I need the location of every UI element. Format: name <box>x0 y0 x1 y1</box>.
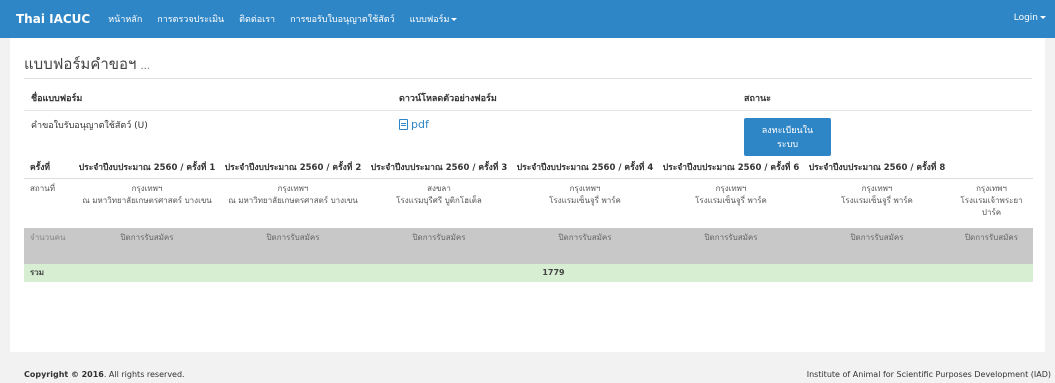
round-header: ประจำปีงบประมาณ 2560 / ครั้งที่ 6 <box>662 162 800 173</box>
footer-copyright: Copyright © 2016. All rights reserved. <box>24 370 185 379</box>
copyright-year: 2016 <box>81 370 104 379</box>
total-row: รวม 1779 <box>24 264 1033 282</box>
login-dropdown[interactable]: Login <box>1014 13 1046 23</box>
total-label: รวม <box>24 264 74 282</box>
nav-contact[interactable]: ติดต่อเรา <box>239 12 275 26</box>
count-cell: ปิดการรับสมัคร <box>366 228 512 264</box>
header-download: ดาวน์โหลดตัวอย่างฟอร์ม <box>399 94 497 104</box>
count-cell: ปิดการรับสมัคร <box>220 228 366 264</box>
copyright-rights: . All rights reserved. <box>103 370 185 379</box>
nav-license[interactable]: การขอรับใบอนุญาตใช้สัตว์ <box>290 12 395 26</box>
page-title-text: แบบฟอร์มคำขอฯ <box>24 55 137 73</box>
location-cell: สงขลาโรงแรมบุรีศรี บูติกโฮเต็ล <box>366 177 512 228</box>
nav-forms-label: แบบฟอร์ม <box>409 15 450 25</box>
top-navbar: Thai IACUC หน้าหลัก การตรวจประเมิน ติดต่… <box>0 0 1055 38</box>
location-venue: โรงแรมเซ็นจูรี่ พาร์ค <box>695 195 767 205</box>
location-place: กรุงเทพฯ <box>569 183 601 193</box>
location-place: กรุงเทพฯ <box>861 183 893 193</box>
login-label: Login <box>1013 13 1038 23</box>
location-venue: โรงแรมเซ็นจูรี่ พาร์ค <box>549 195 621 205</box>
round-header <box>950 132 1033 178</box>
location-cell: กรุงเทพฯโรงแรมเจ้าพระยาปาร์ค <box>950 177 1033 228</box>
round-header: ประจำปีงบประมาณ 2560 / ครั้งที่ 3 <box>370 162 508 173</box>
location-cell: กรุงเทพฯโรงแรมเซ็นจูรี่ พาร์ค <box>804 177 950 228</box>
location-venue: โรงแรมเจ้าพระยาปาร์ค <box>960 195 1023 217</box>
location-place: กรุงเทพฯ <box>131 183 163 193</box>
page-title: แบบฟอร์มคำขอฯ... <box>24 52 150 76</box>
round-corner-label: ครั้งที่ <box>30 162 51 173</box>
schedule-header-row: ครั้งที่ ประจำปีงบประมาณ 2560 / ครั้งที่… <box>24 132 1033 178</box>
round-header: ประจำปีงบประมาณ 2560 / ครั้งที่ 1 <box>78 162 216 173</box>
count-label: จำนวนคน <box>24 228 74 264</box>
location-venue: ณ มหาวิทยาลัยเกษตรศาสตร์ บางเขน <box>82 195 212 205</box>
nav-inspection[interactable]: การตรวจประเมิน <box>157 12 224 26</box>
caret-down-icon <box>451 18 458 21</box>
location-label: สถานที่ <box>24 177 74 228</box>
header-form-name: ชื่อแบบฟอร์ม <box>31 94 83 104</box>
round-header: ประจำปีงบประมาณ 2560 / ครั้งที่ 2 <box>224 162 362 173</box>
pdf-label: pdf <box>411 118 429 131</box>
title-divider <box>24 78 1032 79</box>
header-status: สถานะ <box>744 94 771 104</box>
location-venue: โรงแรมเซ็นจูรี่ พาร์ค <box>841 195 913 205</box>
location-row: สถานที่ กรุงเทพฯณ มหาวิทยาลัยเกษตรศาสตร์… <box>24 177 1033 228</box>
location-cell: กรุงเทพฯณ มหาวิทยาลัยเกษตรศาสตร์ บางเขน <box>74 177 220 228</box>
copyright-prefix: Copyright © <box>24 370 80 379</box>
location-cell: กรุงเทพฯโรงแรมเซ็นจูรี่ พาร์ค <box>512 177 658 228</box>
location-venue: โรงแรมบุรีศรี บูติกโฮเต็ล <box>396 195 482 205</box>
count-row: จำนวนคน ปิดการรับสมัคร ปิดการรับสมัคร ปิ… <box>24 228 1033 264</box>
footer-organization: Institute of Animal for Scientific Purpo… <box>806 370 1051 379</box>
location-cell: กรุงเทพฯณ มหาวิทยาลัยเกษตรศาสตร์ บางเขน <box>220 177 366 228</box>
count-cell: ปิดการรับสมัคร <box>74 228 220 264</box>
file-icon <box>399 119 408 130</box>
pdf-download-link[interactable]: pdf <box>399 118 429 131</box>
count-cell: ปิดการรับสมัคร <box>512 228 658 264</box>
location-place: สงขลา <box>427 183 451 193</box>
location-place: กรุงเทพฯ <box>277 183 309 193</box>
location-place: กรุงเทพฯ <box>715 183 747 193</box>
round-header: ประจำปีงบประมาณ 2560 / ครั้งที่ 8 <box>808 162 946 173</box>
count-cell: ปิดการรับสมัคร <box>658 228 804 264</box>
location-cell: กรุงเทพฯโรงแรมเซ็นจูรี่ พาร์ค <box>658 177 804 228</box>
nav-home[interactable]: หน้าหลัก <box>108 12 142 26</box>
nav-forms-dropdown[interactable]: แบบฟอร์ม <box>410 12 458 26</box>
count-cell: ปิดการรับสมัคร <box>804 228 950 264</box>
total-value: 1779 <box>74 264 1033 282</box>
location-venue: ณ มหาวิทยาลัยเกษตรศาสตร์ บางเขน <box>228 195 358 205</box>
caret-down-icon <box>1040 16 1046 19</box>
page-title-suffix: ... <box>140 61 150 72</box>
location-place: กรุงเทพฯ <box>976 183 1007 193</box>
brand-link[interactable]: Thai IACUC <box>0 12 90 26</box>
round-header: ประจำปีงบประมาณ 2560 / ครั้งที่ 4 <box>516 162 654 173</box>
count-cell: ปิดการรับสมัคร <box>950 228 1033 264</box>
schedule-table: ครั้งที่ ประจำปีงบประมาณ 2560 / ครั้งที่… <box>24 132 1033 282</box>
